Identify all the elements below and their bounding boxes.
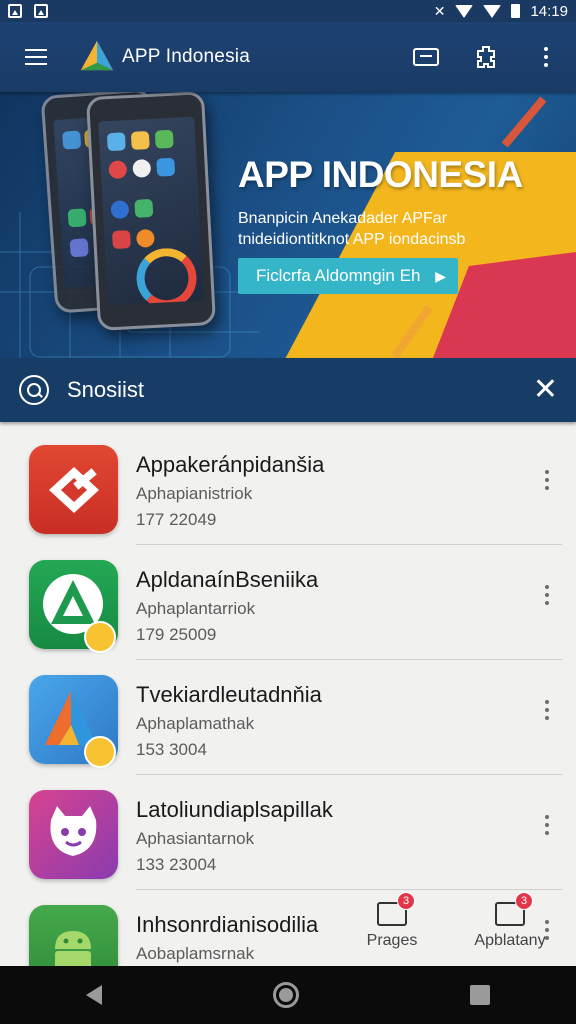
- more-vert-icon[interactable]: [545, 815, 549, 835]
- promo-banner[interactable]: APP INDONESIA Bnanpicin Anekadader APFar…: [0, 92, 576, 358]
- close-icon[interactable]: ✕: [533, 375, 558, 405]
- app-count: 179 25009: [136, 625, 217, 644]
- recents-icon[interactable]: [470, 985, 491, 1005]
- app-name: ApldanaínBseniika: [136, 567, 319, 592]
- overflow-menu-button[interactable]: [516, 22, 576, 92]
- cast-icon: [413, 48, 439, 66]
- pencil-decoration: [501, 96, 547, 148]
- app-developer: Aphaplantarriok: [136, 599, 256, 618]
- app-count: 177 22049: [136, 510, 217, 529]
- app-title: APP Indonesia: [122, 46, 250, 67]
- app-name: Appakeránpidanšia: [136, 452, 325, 477]
- app-developer: Aphaplamathak: [136, 714, 255, 733]
- banner-cta-label: Ficlcrfa Aldomngin Eh: [256, 266, 421, 285]
- system-nav-bar: [0, 966, 576, 1024]
- apps-count-badge: 3: [515, 892, 533, 910]
- cast-button[interactable]: [396, 22, 456, 92]
- back-icon[interactable]: [85, 985, 102, 1005]
- phone-image-front: [85, 92, 217, 331]
- status-time: 14:19: [530, 2, 568, 20]
- banner-subtitle-line1: Bnanpicin Anekadader APFar: [238, 210, 448, 227]
- more-vert-icon: [544, 47, 548, 67]
- pages-count-badge: 3: [397, 892, 415, 910]
- banner-title: APP INDONESIA: [238, 154, 523, 195]
- app-count: 153 3004: [136, 740, 207, 759]
- banner-cta-button[interactable]: Ficlcrfa Aldomngin Eh ▶: [238, 258, 458, 294]
- signal-icon: [483, 4, 502, 18]
- tab-pages[interactable]: 3 Prages: [362, 890, 422, 966]
- mail-icon: 3: [377, 892, 415, 926]
- tab-pages-label: Prages: [366, 932, 418, 949]
- app-developer: Aphapianistriok: [136, 484, 253, 503]
- badge-icon: [84, 736, 116, 768]
- image-notification-icon: [8, 4, 22, 18]
- app-name: Inhsonrdianisodilia: [136, 912, 319, 937]
- list-item[interactable]: Tvekiardleutadnňia Aphaplamathak 153 300…: [0, 660, 576, 775]
- puzzle-icon: [477, 46, 495, 68]
- banner-subtitle: Bnanpicin Anekadader APFar tnideidiontit…: [238, 208, 498, 250]
- app-logo: [80, 40, 114, 71]
- banner-subtitle-line2: tnideidiontitknot APP iondacinsb: [238, 231, 466, 248]
- tab-apps-label: Apblatany: [474, 932, 546, 949]
- home-icon[interactable]: [272, 982, 299, 1008]
- more-vert-icon[interactable]: [545, 585, 549, 605]
- list-item[interactable]: Latoliundiaplsapillak Aphasiantarnok 133…: [0, 775, 576, 890]
- no-sim-icon: ✕: [433, 2, 446, 19]
- app-name: Tvekiardleutadnňia: [136, 682, 322, 707]
- list-item[interactable]: Appakeránpidanšia Aphapianistriok 177 22…: [0, 430, 576, 545]
- extensions-button[interactable]: [456, 22, 516, 92]
- badge-icon: [84, 621, 116, 653]
- gallery-notification-icon: [34, 4, 48, 18]
- purple-face-app-icon: [29, 790, 118, 879]
- search-input[interactable]: Snosiist: [67, 377, 144, 403]
- menu-icon[interactable]: [0, 22, 72, 92]
- app-developer: Aobaplamsrnak: [136, 944, 255, 963]
- search-bar[interactable]: Snosiist ✕: [0, 358, 576, 422]
- more-vert-icon[interactable]: [545, 470, 549, 490]
- status-bar: ✕ 14:19: [0, 0, 576, 22]
- app-developer: Aphasiantarnok: [136, 829, 255, 848]
- app-name: Latoliundiaplsapillak: [136, 797, 333, 822]
- tab-apps[interactable]: 3 Apblatany: [470, 890, 550, 966]
- app-box-icon: 3: [495, 892, 533, 926]
- app-count: 133 23004: [136, 855, 217, 874]
- wifi-icon: [455, 4, 474, 18]
- battery-icon: [511, 4, 521, 18]
- app-bar: APP Indonesia: [0, 22, 576, 92]
- chevron-right-icon: ▶: [435, 267, 446, 284]
- more-vert-icon[interactable]: [545, 700, 549, 720]
- search-icon[interactable]: [19, 375, 49, 405]
- list-item[interactable]: ApldanaínBseniika Aphaplantarriok 179 25…: [0, 545, 576, 660]
- red-app-icon: [29, 445, 118, 534]
